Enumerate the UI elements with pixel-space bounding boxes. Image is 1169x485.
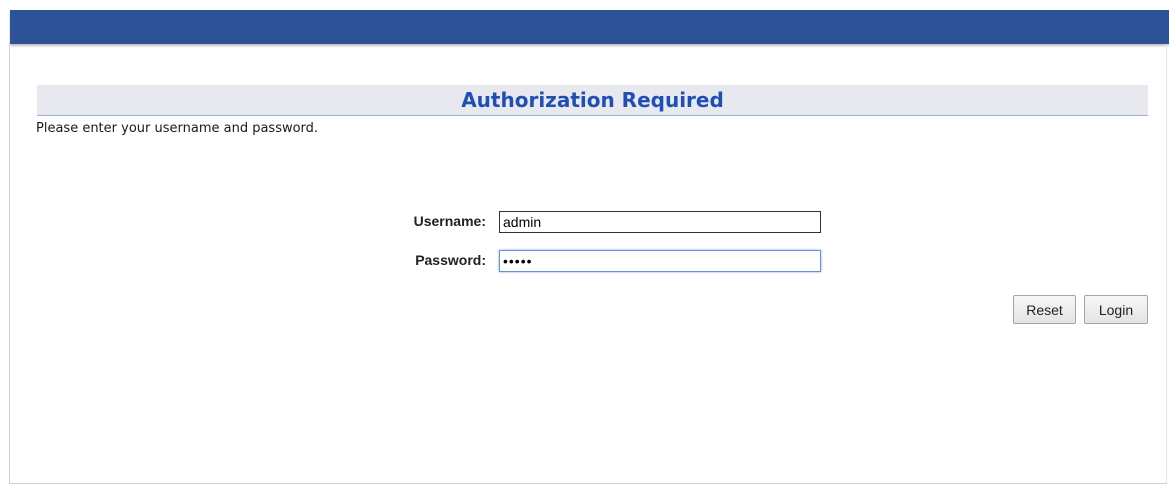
username-label: Username: <box>413 213 486 229</box>
password-label: Password: <box>415 252 486 268</box>
top-gap <box>0 0 1169 10</box>
page-title: Authorization Required <box>461 88 724 112</box>
header-banner <box>10 10 1169 44</box>
password-field[interactable] <box>499 250 821 272</box>
login-page: Authorization Required Please enter your… <box>0 0 1169 485</box>
login-button[interactable]: Login <box>1084 295 1148 324</box>
username-field[interactable] <box>499 211 821 233</box>
reset-button[interactable]: Reset <box>1013 295 1076 324</box>
title-bar: Authorization Required <box>37 85 1148 116</box>
instructions-text: Please enter your username and password. <box>36 121 319 136</box>
